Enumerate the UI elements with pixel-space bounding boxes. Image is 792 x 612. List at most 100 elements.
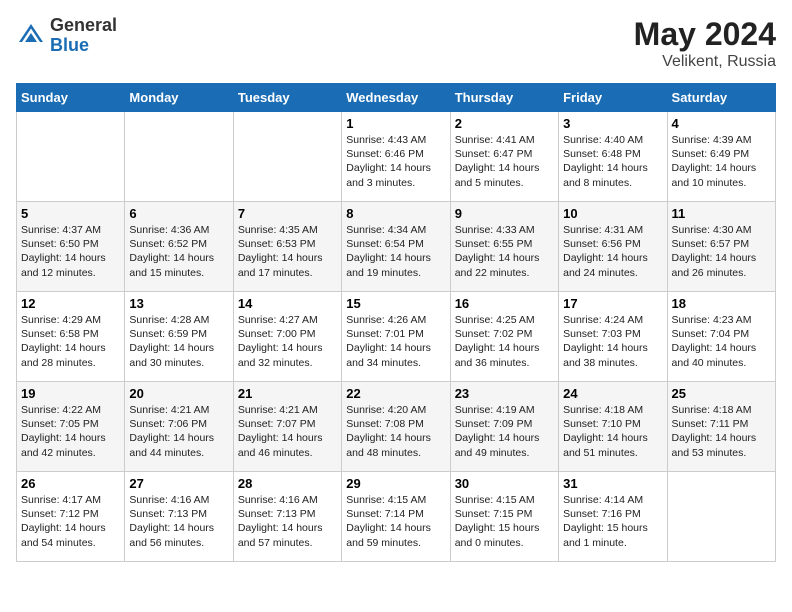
calendar-week-row: 19 Sunrise: 4:22 AM Sunset: 7:05 PM Dayli… <box>17 382 776 472</box>
day-number: 31 <box>563 476 662 491</box>
day-info: Sunrise: 4:14 AM Sunset: 7:16 PM Dayligh… <box>563 493 662 550</box>
calendar-cell: 9Sunrise: 4:33 AM Sunset: 6:55 PM Daylig… <box>450 202 558 292</box>
day-info: Sunrise: 4:30 AM Sunset: 6:57 PM Dayligh… <box>672 223 771 280</box>
calendar-cell: 7 Sunrise: 4:35 AM Sunset: 6:53 PM Daylig… <box>233 202 341 292</box>
calendar-week-row: 5 Sunrise: 4:37 AM Sunset: 6:50 PM Daylig… <box>17 202 776 292</box>
day-number: 10 <box>563 206 662 221</box>
day-of-week-tuesday: Tuesday <box>233 84 341 112</box>
logo: General Blue <box>16 16 117 56</box>
logo-general: General <box>50 15 117 35</box>
calendar-cell: 1 Sunrise: 4:43 AM Sunset: 6:46 PM Daylig… <box>342 112 450 202</box>
day-info: Sunrise: 4:21 AM Sunset: 7:06 PM Dayligh… <box>129 403 228 460</box>
calendar-cell: 12 Sunrise: 4:29 AM Sunset: 6:58 PM Dayli… <box>17 292 125 382</box>
calendar-cell: 31 Sunrise: 4:14 AM Sunset: 7:16 PM Dayli… <box>559 472 667 562</box>
day-info: Sunrise: 4:35 AM Sunset: 6:53 PM Dayligh… <box>238 223 337 280</box>
calendar-cell: 11 Sunrise: 4:30 AM Sunset: 6:57 PM Dayli… <box>667 202 775 292</box>
calendar-cell: 26 Sunrise: 4:17 AM Sunset: 7:12 PM Dayli… <box>17 472 125 562</box>
calendar-cell: 14 Sunrise: 4:27 AM Sunset: 7:00 PM Dayli… <box>233 292 341 382</box>
day-number: 9 <box>455 206 554 221</box>
day-number: 28 <box>238 476 337 491</box>
day-info: Sunrise: 4:17 AM Sunset: 7:12 PM Dayligh… <box>21 493 120 550</box>
day-number: 1 <box>346 116 445 131</box>
calendar-header-row: SundayMondayTuesdayWednesdayThursdayFrid… <box>17 84 776 112</box>
day-info: Sunrise: 4:40 AM Sunset: 6:48 PM Dayligh… <box>563 133 662 190</box>
calendar-cell: 2 Sunrise: 4:41 AM Sunset: 6:47 PM Daylig… <box>450 112 558 202</box>
calendar-cell: 19 Sunrise: 4:22 AM Sunset: 7:05 PM Dayli… <box>17 382 125 472</box>
day-of-week-sunday: Sunday <box>17 84 125 112</box>
calendar-cell: 6Sunrise: 4:36 AM Sunset: 6:52 PM Daylig… <box>125 202 233 292</box>
calendar-week-row: 12 Sunrise: 4:29 AM Sunset: 6:58 PM Dayli… <box>17 292 776 382</box>
day-info: Sunrise: 4:22 AM Sunset: 7:05 PM Dayligh… <box>21 403 120 460</box>
day-number: 26 <box>21 476 120 491</box>
calendar-cell: 25Sunrise: 4:18 AM Sunset: 7:11 PM Dayli… <box>667 382 775 472</box>
calendar-cell: 10 Sunrise: 4:31 AM Sunset: 6:56 PM Dayli… <box>559 202 667 292</box>
calendar-cell: 20 Sunrise: 4:21 AM Sunset: 7:06 PM Dayli… <box>125 382 233 472</box>
day-info: Sunrise: 4:25 AM Sunset: 7:02 PM Dayligh… <box>455 313 554 370</box>
calendar-cell: 23Sunrise: 4:19 AM Sunset: 7:09 PM Dayli… <box>450 382 558 472</box>
calendar-cell: 17Sunrise: 4:24 AM Sunset: 7:03 PM Dayli… <box>559 292 667 382</box>
calendar-week-row: 26 Sunrise: 4:17 AM Sunset: 7:12 PM Dayli… <box>17 472 776 562</box>
day-number: 11 <box>672 206 771 221</box>
calendar-cell: 13Sunrise: 4:28 AM Sunset: 6:59 PM Dayli… <box>125 292 233 382</box>
day-number: 24 <box>563 386 662 401</box>
day-number: 22 <box>346 386 445 401</box>
day-number: 17 <box>563 296 662 311</box>
day-info: Sunrise: 4:16 AM Sunset: 7:13 PM Dayligh… <box>129 493 228 550</box>
logo-icon <box>16 21 46 51</box>
day-number: 27 <box>129 476 228 491</box>
day-number: 30 <box>455 476 554 491</box>
day-number: 8 <box>346 206 445 221</box>
day-number: 6 <box>129 206 228 221</box>
day-info: Sunrise: 4:43 AM Sunset: 6:46 PM Dayligh… <box>346 133 445 190</box>
day-number: 2 <box>455 116 554 131</box>
calendar-cell: 29 Sunrise: 4:15 AM Sunset: 7:14 PM Dayli… <box>342 472 450 562</box>
day-number: 3 <box>563 116 662 131</box>
day-number: 13 <box>129 296 228 311</box>
calendar-week-row: 1 Sunrise: 4:43 AM Sunset: 6:46 PM Daylig… <box>17 112 776 202</box>
day-info: Sunrise: 4:19 AM Sunset: 7:09 PM Dayligh… <box>455 403 554 460</box>
day-info: Sunrise: 4:15 AM Sunset: 7:15 PM Dayligh… <box>455 493 554 550</box>
calendar-cell: 16Sunrise: 4:25 AM Sunset: 7:02 PM Dayli… <box>450 292 558 382</box>
day-of-week-friday: Friday <box>559 84 667 112</box>
calendar-cell <box>233 112 341 202</box>
day-number: 20 <box>129 386 228 401</box>
day-number: 29 <box>346 476 445 491</box>
calendar-cell: 15 Sunrise: 4:26 AM Sunset: 7:01 PM Dayli… <box>342 292 450 382</box>
calendar-cell: 21Sunrise: 4:21 AM Sunset: 7:07 PM Dayli… <box>233 382 341 472</box>
calendar-cell <box>125 112 233 202</box>
calendar-cell: 5 Sunrise: 4:37 AM Sunset: 6:50 PM Daylig… <box>17 202 125 292</box>
day-info: Sunrise: 4:26 AM Sunset: 7:01 PM Dayligh… <box>346 313 445 370</box>
title-block: May 2024 Velikent, Russia <box>634 16 776 71</box>
day-info: Sunrise: 4:31 AM Sunset: 6:56 PM Dayligh… <box>563 223 662 280</box>
logo-blue: Blue <box>50 35 89 55</box>
day-number: 14 <box>238 296 337 311</box>
day-info: Sunrise: 4:23 AM Sunset: 7:04 PM Dayligh… <box>672 313 771 370</box>
day-info: Sunrise: 4:18 AM Sunset: 7:10 PM Dayligh… <box>563 403 662 460</box>
day-number: 15 <box>346 296 445 311</box>
day-number: 12 <box>21 296 120 311</box>
day-number: 5 <box>21 206 120 221</box>
calendar-cell: 28Sunrise: 4:16 AM Sunset: 7:13 PM Dayli… <box>233 472 341 562</box>
calendar-cell <box>17 112 125 202</box>
day-number: 19 <box>21 386 120 401</box>
logo-text: General Blue <box>50 16 117 56</box>
calendar-cell <box>667 472 775 562</box>
day-info: Sunrise: 4:37 AM Sunset: 6:50 PM Dayligh… <box>21 223 120 280</box>
calendar-location: Velikent, Russia <box>634 53 776 71</box>
calendar-cell: 24 Sunrise: 4:18 AM Sunset: 7:10 PM Dayli… <box>559 382 667 472</box>
day-info: Sunrise: 4:41 AM Sunset: 6:47 PM Dayligh… <box>455 133 554 190</box>
day-of-week-saturday: Saturday <box>667 84 775 112</box>
day-number: 7 <box>238 206 337 221</box>
calendar-cell: 18Sunrise: 4:23 AM Sunset: 7:04 PM Dayli… <box>667 292 775 382</box>
day-info: Sunrise: 4:29 AM Sunset: 6:58 PM Dayligh… <box>21 313 120 370</box>
calendar-cell: 22 Sunrise: 4:20 AM Sunset: 7:08 PM Dayli… <box>342 382 450 472</box>
day-info: Sunrise: 4:20 AM Sunset: 7:08 PM Dayligh… <box>346 403 445 460</box>
day-info: Sunrise: 4:18 AM Sunset: 7:11 PM Dayligh… <box>672 403 771 460</box>
calendar-cell: 8Sunrise: 4:34 AM Sunset: 6:54 PM Daylig… <box>342 202 450 292</box>
calendar-cell: 4Sunrise: 4:39 AM Sunset: 6:49 PM Daylig… <box>667 112 775 202</box>
calendar-cell: 27 Sunrise: 4:16 AM Sunset: 7:13 PM Dayli… <box>125 472 233 562</box>
day-info: Sunrise: 4:27 AM Sunset: 7:00 PM Dayligh… <box>238 313 337 370</box>
day-of-week-monday: Monday <box>125 84 233 112</box>
day-info: Sunrise: 4:15 AM Sunset: 7:14 PM Dayligh… <box>346 493 445 550</box>
day-info: Sunrise: 4:39 AM Sunset: 6:49 PM Dayligh… <box>672 133 771 190</box>
